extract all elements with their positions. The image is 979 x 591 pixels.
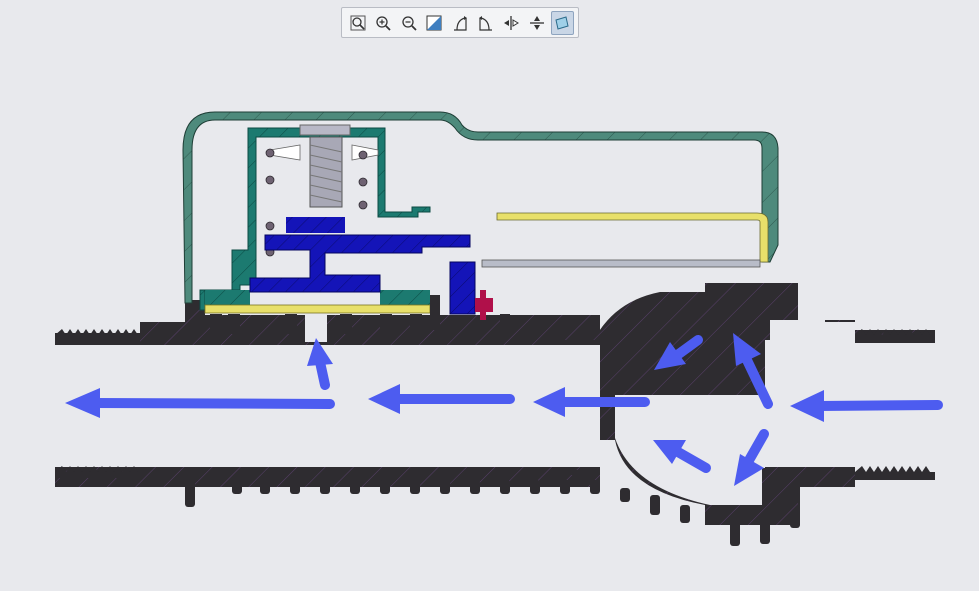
diaphragm-piston — [249, 234, 471, 293]
upper-body-slab — [200, 315, 600, 342]
shield-plate-upper — [496, 212, 769, 263]
valve-cover — [182, 111, 779, 304]
seat-lower — [600, 414, 615, 440]
valve-section-drawing — [55, 111, 943, 546]
left-boss — [140, 322, 185, 345]
upper-thread-left — [55, 329, 140, 345]
spring-seat-left — [269, 144, 301, 161]
flow-arrows — [65, 333, 943, 486]
adjust-cap — [299, 124, 351, 136]
gasket — [204, 304, 431, 314]
ball-chamber-bottom — [600, 438, 798, 525]
pilot-port — [305, 315, 327, 342]
seat-post-mid — [430, 295, 440, 330]
piston-top — [286, 217, 345, 233]
shield-plate-lower — [481, 259, 761, 268]
solenoid-plunger — [449, 261, 476, 315]
lower-thread-right — [855, 466, 935, 480]
